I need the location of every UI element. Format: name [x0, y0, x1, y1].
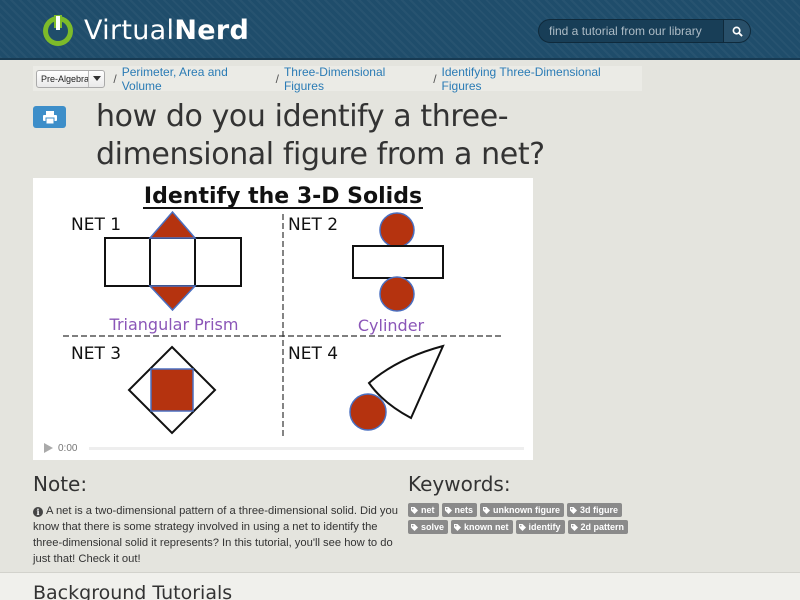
keyword-tag[interactable]: 3d figure [567, 503, 623, 517]
tag-icon [518, 523, 526, 531]
keyword-tag-label: unknown figure [493, 505, 561, 515]
net1-triangle-bottom [148, 285, 197, 312]
search-button[interactable] [723, 19, 751, 43]
video-controls: 0:00 [33, 437, 533, 459]
keyword-tag[interactable]: 2d pattern [567, 520, 629, 534]
site-header: VirtualNerd [0, 0, 800, 60]
keyword-tag[interactable]: identify [515, 520, 565, 534]
net2-label: NET 2 [288, 215, 338, 235]
keyword-tag[interactable]: unknown figure [480, 503, 565, 517]
note-body: iA net is a two-dimensional pattern of a… [33, 503, 398, 567]
search-icon [732, 26, 743, 37]
net1-rect-left [104, 237, 151, 287]
breadcrumb-link-identifying[interactable]: Identifying Three-Dimensional Figures [442, 65, 642, 93]
chevron-down-icon [88, 70, 104, 87]
logo-text: VirtualNerd [84, 15, 249, 46]
logo-text-nerd: Nerd [174, 14, 250, 46]
background-tutorials-heading: Background Tutorials [33, 582, 233, 600]
tag-icon [444, 506, 452, 514]
frame-title: Identify the 3-D Solids [144, 184, 422, 209]
keyword-tag[interactable]: nets [441, 503, 478, 517]
info-icon: i [33, 507, 43, 517]
video-time: 0:00 [58, 442, 78, 454]
breadcrumb: Pre-Algebra / Perimeter, Area and Volume… [33, 65, 642, 93]
net1-rect-right [194, 237, 242, 287]
tag-icon [483, 506, 491, 514]
keyword-tag-label: nets [454, 505, 474, 515]
video-progress-bar[interactable] [89, 446, 525, 450]
note-text: A net is a two-dimensional pattern of a … [33, 505, 398, 565]
keyword-tag-label: 2d pattern [580, 522, 625, 532]
net2-answer: Cylinder [358, 316, 425, 335]
subject-select[interactable]: Pre-Algebra [36, 69, 106, 88]
keyword-tag[interactable]: net [408, 503, 439, 517]
play-icon [43, 443, 53, 453]
search-input[interactable] [538, 19, 724, 43]
net1-label: NET 1 [71, 215, 121, 235]
tag-icon [570, 523, 578, 531]
power-icon [43, 15, 73, 46]
note-heading: Note: [33, 472, 88, 496]
net1-triangle-top [148, 210, 197, 239]
net3-square [150, 368, 194, 412]
breadcrumb-links: / Perimeter, Area and Volume / Three-Dim… [111, 65, 642, 93]
net4-circle [349, 393, 387, 431]
net1-answer: Triangular Prism [109, 315, 239, 334]
play-button[interactable] [40, 440, 56, 456]
tag-icon [411, 506, 418, 514]
net1-rect-middle [149, 237, 196, 287]
net2-circle-top [379, 212, 415, 248]
keyword-tag-label: identify [528, 522, 561, 532]
printer-icon [42, 110, 57, 124]
logo-text-virtual: Virtual [84, 14, 175, 46]
keywords-heading: Keywords: [408, 472, 511, 496]
tag-icon [454, 523, 462, 531]
breadcrumb-link-perimeter[interactable]: Perimeter, Area and Volume [122, 65, 270, 93]
keyword-tag-label: 3d figure [580, 505, 619, 515]
keyword-tag[interactable]: known net [451, 520, 513, 534]
video-player[interactable]: Identify the 3-D Solids NET 1 Triangular… [33, 178, 533, 460]
subject-select-value: Pre-Algebra [41, 73, 90, 84]
breadcrumb-separator: / [113, 71, 117, 86]
breadcrumb-separator: / [433, 71, 437, 86]
print-button[interactable] [33, 106, 66, 128]
tag-icon [411, 523, 418, 531]
net3-label: NET 3 [71, 344, 121, 364]
logo[interactable]: VirtualNerd [40, 10, 249, 50]
search-form [538, 19, 751, 43]
net4-label: NET 4 [288, 344, 338, 364]
keyword-tag-label: net [421, 505, 435, 515]
net2-circle-bottom [379, 276, 415, 312]
breadcrumb-link-three-dimensional-figures[interactable]: Three-Dimensional Figures [284, 65, 427, 93]
keyword-tag[interactable]: solve [408, 520, 449, 534]
net2-rect [352, 245, 444, 279]
video-frame: Identify the 3-D Solids NET 1 Triangular… [63, 184, 503, 436]
keyword-tag-label: solve [421, 522, 445, 532]
keyword-tags: net nets unknown figure 3d figure solve … [408, 503, 648, 534]
breadcrumb-separator: / [275, 71, 279, 86]
page-title: how do you identify a three-dimensional … [96, 99, 545, 172]
tag-icon [570, 506, 578, 514]
keyword-tag-label: known net [464, 522, 509, 532]
